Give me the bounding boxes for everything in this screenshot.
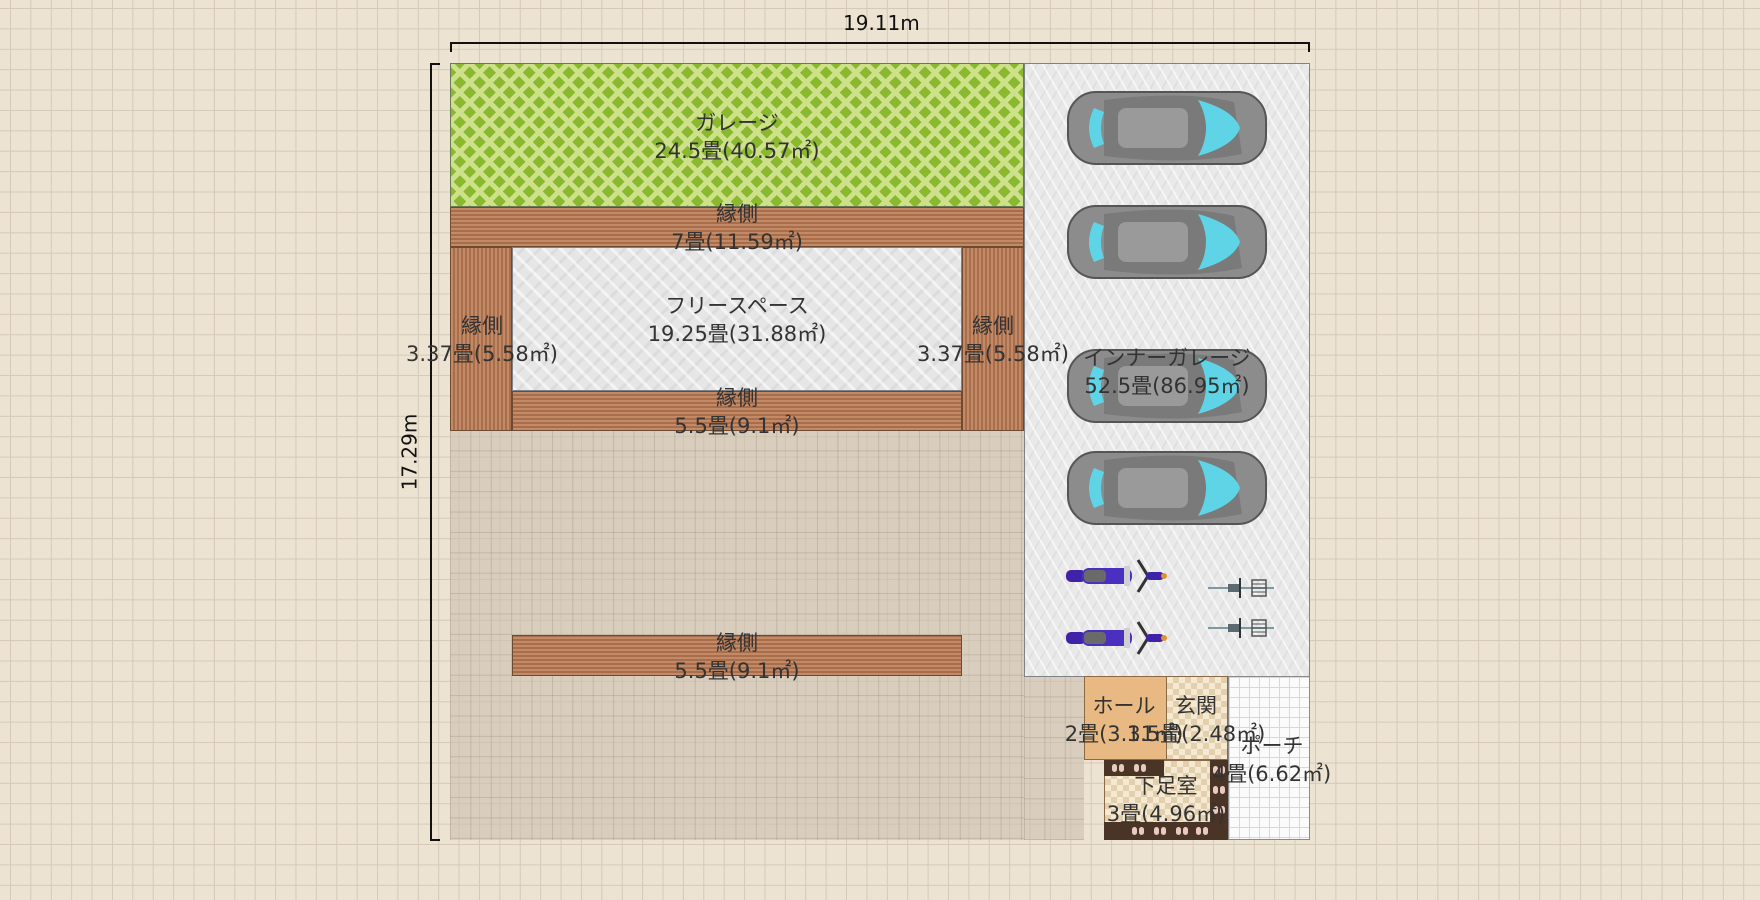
porch-room[interactable] <box>1228 676 1310 840</box>
engawa-left-room[interactable] <box>450 247 512 431</box>
width-dimension-label: 19.11m <box>843 11 920 35</box>
height-dimension-tick-top <box>430 63 440 65</box>
shoe-shelf-right <box>1210 760 1228 840</box>
entrance-room[interactable] <box>1166 676 1228 760</box>
car-icon <box>1067 205 1267 279</box>
bicycle-icon <box>1208 578 1274 598</box>
garage-garden-room[interactable] <box>450 63 1024 207</box>
motorcycle-icon <box>1066 621 1167 655</box>
yard-area-lower-right <box>1024 676 1084 840</box>
shoe-shelf-top <box>1104 760 1164 776</box>
width-dimension-tick-left <box>450 42 452 52</box>
car-icon <box>1067 91 1267 165</box>
engawa-right-room[interactable] <box>962 247 1024 431</box>
width-dimension-line <box>450 42 1309 44</box>
engawa-lower-room[interactable] <box>512 635 962 676</box>
height-dimension-tick-bottom <box>430 839 440 841</box>
car-icon <box>1067 349 1267 423</box>
motorcycle-icon <box>1066 559 1167 593</box>
height-dimension-line <box>430 63 432 841</box>
free-space-room[interactable] <box>512 247 962 391</box>
hall-room[interactable] <box>1084 676 1168 760</box>
engawa-top-room[interactable] <box>450 207 1024 247</box>
height-dimension-label: 17.29m <box>397 413 422 491</box>
width-dimension-tick-right <box>1308 42 1310 52</box>
engawa-bottom-room[interactable] <box>512 391 962 431</box>
shoe-shelf-bottom <box>1104 822 1210 840</box>
car-icon <box>1067 451 1267 525</box>
bicycle-icon <box>1208 618 1274 638</box>
